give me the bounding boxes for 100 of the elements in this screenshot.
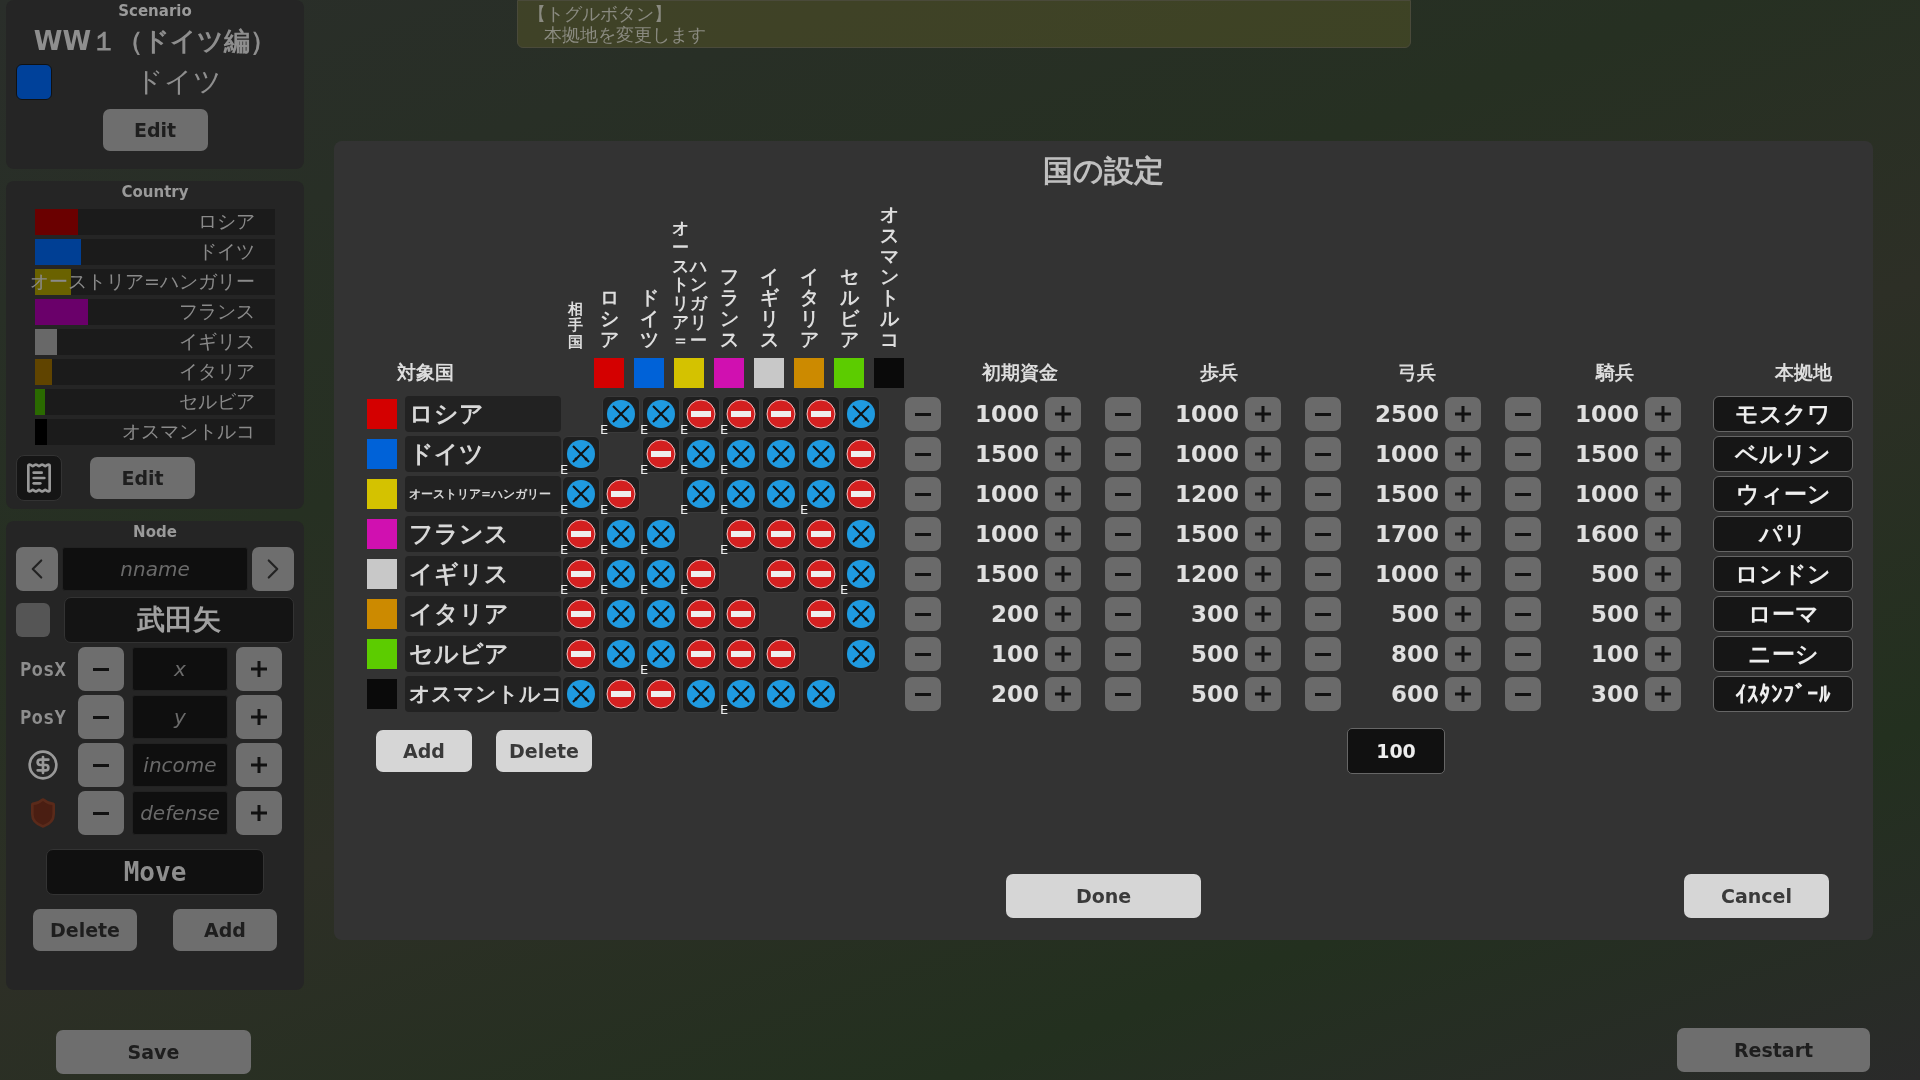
- decrease-button[interactable]: [1505, 637, 1541, 671]
- base-city-button[interactable]: ロンドン: [1713, 556, 1853, 592]
- base-city-button[interactable]: ローマ: [1713, 596, 1853, 632]
- country-row[interactable]: イタリア: [35, 359, 275, 385]
- increase-button[interactable]: [1045, 557, 1081, 591]
- relation-toggle[interactable]: [642, 595, 680, 633]
- relation-toggle[interactable]: [802, 435, 840, 473]
- relation-toggle[interactable]: E: [602, 515, 640, 553]
- increase-button[interactable]: [1445, 637, 1481, 671]
- amount-field[interactable]: 100: [1347, 728, 1445, 774]
- decrease-button[interactable]: [905, 557, 941, 591]
- relation-toggle[interactable]: [642, 675, 680, 713]
- increase-button[interactable]: [1045, 677, 1081, 711]
- relation-toggle[interactable]: E: [562, 475, 600, 513]
- relation-toggle[interactable]: E: [642, 395, 680, 433]
- relation-toggle[interactable]: [802, 555, 840, 593]
- increase-button[interactable]: [1645, 437, 1681, 471]
- relation-toggle[interactable]: E: [722, 435, 760, 473]
- relation-toggle[interactable]: [602, 595, 640, 633]
- increase-button[interactable]: [1045, 477, 1081, 511]
- country-row[interactable]: イギリス: [35, 329, 275, 355]
- decrease-button[interactable]: [905, 517, 941, 551]
- relation-toggle[interactable]: [842, 515, 880, 553]
- increase-button[interactable]: [1045, 437, 1081, 471]
- country-row[interactable]: セルビア: [35, 389, 275, 415]
- decrease-button[interactable]: [905, 397, 941, 431]
- increase-button[interactable]: [1645, 597, 1681, 631]
- relation-toggle[interactable]: [842, 395, 880, 433]
- next-button[interactable]: [252, 547, 294, 591]
- increase-button[interactable]: [1445, 557, 1481, 591]
- node-name-button[interactable]: 武田矢: [64, 597, 294, 643]
- decrease-button[interactable]: [905, 677, 941, 711]
- increase-button[interactable]: [1045, 397, 1081, 431]
- relation-toggle[interactable]: E: [722, 515, 760, 553]
- decrease-button[interactable]: [1305, 517, 1341, 551]
- relation-toggle[interactable]: [682, 595, 720, 633]
- base-city-button[interactable]: ニーシ: [1713, 636, 1853, 672]
- relation-toggle[interactable]: E: [802, 475, 840, 513]
- relation-toggle[interactable]: E: [842, 555, 880, 593]
- cancel-button[interactable]: Cancel: [1684, 874, 1829, 918]
- increase-button[interactable]: [236, 743, 282, 787]
- relation-toggle[interactable]: E: [722, 475, 760, 513]
- relation-toggle[interactable]: [762, 635, 800, 673]
- relation-toggle[interactable]: [682, 675, 720, 713]
- relation-toggle[interactable]: [562, 635, 600, 673]
- relation-toggle[interactable]: E: [562, 435, 600, 473]
- decrease-button[interactable]: [78, 743, 124, 787]
- base-city-button[interactable]: ベルリン: [1713, 436, 1853, 472]
- increase-button[interactable]: [1445, 397, 1481, 431]
- decrease-button[interactable]: [78, 791, 124, 835]
- increase-button[interactable]: [236, 647, 282, 691]
- decrease-button[interactable]: [1105, 557, 1141, 591]
- decrease-button[interactable]: [905, 437, 941, 471]
- relation-toggle[interactable]: [722, 595, 760, 633]
- increase-button[interactable]: [1645, 397, 1681, 431]
- increase-button[interactable]: [1045, 517, 1081, 551]
- relation-toggle[interactable]: E: [602, 395, 640, 433]
- decrease-button[interactable]: [1305, 437, 1341, 471]
- relation-toggle[interactable]: [762, 475, 800, 513]
- decrease-button[interactable]: [1505, 597, 1541, 631]
- increase-button[interactable]: [1645, 557, 1681, 591]
- increase-button[interactable]: [1445, 677, 1481, 711]
- increase-button[interactable]: [1245, 557, 1281, 591]
- increase-button[interactable]: [1045, 637, 1081, 671]
- country-row[interactable]: ドイツ: [35, 239, 275, 265]
- increase-button[interactable]: [236, 695, 282, 739]
- relation-toggle[interactable]: [802, 595, 840, 633]
- increase-button[interactable]: [1245, 597, 1281, 631]
- decrease-button[interactable]: [1105, 597, 1141, 631]
- delete-button[interactable]: Delete: [496, 730, 592, 772]
- decrease-button[interactable]: [1105, 517, 1141, 551]
- relation-toggle[interactable]: E: [642, 555, 680, 593]
- increase-button[interactable]: [1445, 477, 1481, 511]
- increase-button[interactable]: [1245, 637, 1281, 671]
- country-row[interactable]: ロシア: [35, 209, 275, 235]
- relation-toggle[interactable]: E: [562, 555, 600, 593]
- decrease-button[interactable]: [905, 477, 941, 511]
- decrease-button[interactable]: [1505, 397, 1541, 431]
- color-swatch[interactable]: [16, 603, 50, 637]
- decrease-button[interactable]: [78, 647, 124, 691]
- base-city-button[interactable]: ｲｽﾀﾝﾌﾞｰﾙ: [1713, 676, 1853, 712]
- relation-toggle[interactable]: [762, 515, 800, 553]
- done-button[interactable]: Done: [1006, 874, 1201, 918]
- increase-button[interactable]: [1445, 437, 1481, 471]
- base-city-button[interactable]: ウィーン: [1713, 476, 1853, 512]
- increase-button[interactable]: [1245, 477, 1281, 511]
- move-button[interactable]: Move: [46, 849, 264, 895]
- decrease-button[interactable]: [1105, 677, 1141, 711]
- increase-button[interactable]: [1645, 517, 1681, 551]
- relation-toggle[interactable]: E: [642, 515, 680, 553]
- value-input[interactable]: defense: [132, 791, 228, 835]
- relation-toggle[interactable]: E: [682, 555, 720, 593]
- country-row[interactable]: オスマントルコ: [35, 419, 275, 445]
- value-input[interactable]: income: [132, 743, 228, 787]
- relation-toggle[interactable]: [562, 595, 600, 633]
- decrease-button[interactable]: [1505, 517, 1541, 551]
- decrease-button[interactable]: [1105, 437, 1141, 471]
- decrease-button[interactable]: [1305, 477, 1341, 511]
- ledger-button[interactable]: [16, 455, 62, 501]
- increase-button[interactable]: [1645, 637, 1681, 671]
